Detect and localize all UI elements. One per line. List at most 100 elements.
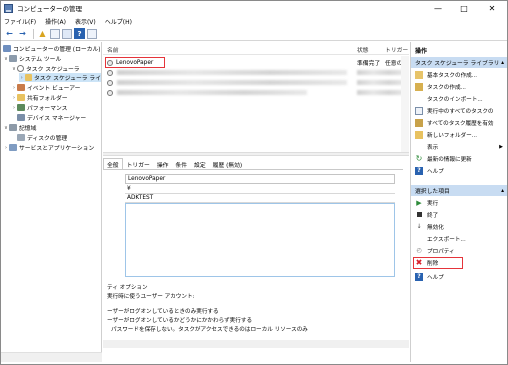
column-status-header[interactable]: 状態 <box>357 45 369 54</box>
expand-chevron-icon[interactable]: › <box>19 75 25 81</box>
folder-icon <box>24 74 32 81</box>
action-show-running-tasks[interactable]: 実行中のすべてのタスクの <box>411 105 507 116</box>
action-import-task[interactable]: タスクのインポート... <box>411 93 507 104</box>
blurred-text <box>117 80 347 85</box>
run-option-whether-logged-on[interactable]: ーザーがログオンしているかどうかにかかわらず実行する <box>107 316 252 324</box>
action-label: 基本タスクの作成... <box>427 72 478 79</box>
action-run[interactable]: ▶ 実行 <box>411 197 507 208</box>
tree-item-storage[interactable]: ∨ 記憶域 <box>3 123 36 132</box>
blurred-text <box>117 90 307 95</box>
task-icon <box>107 89 113 96</box>
run-as-account-label: 実行時に使うユーザー アカウント: <box>107 294 195 300</box>
action-refresh[interactable]: ↻ 最新の情報に更新 <box>411 153 507 164</box>
actions-section-library[interactable]: タスク スケジューラ ライブラリ ▴ <box>411 57 507 68</box>
menu-help[interactable]: ヘルプ(H) <box>105 17 132 26</box>
blurred-text <box>357 80 405 85</box>
action-create-basic-task[interactable]: 基本タスクの作成... <box>411 69 507 80</box>
task-trigger: 任意の <box>385 61 403 67</box>
computer-icon <box>3 45 11 52</box>
action-enable-history[interactable]: すべてのタスク履歴を有効 <box>411 117 507 128</box>
section-title: 選択した項目 <box>415 189 450 195</box>
wizard-icon <box>415 70 423 79</box>
action-label: 表示 <box>427 144 439 151</box>
app-window: コンピューターの管理 — □ ✕ ファイル(F) 操作(A) 表示(V) ヘルプ… <box>0 0 508 365</box>
tree-item-label: 共有フォルダー <box>27 96 68 102</box>
task-name-field[interactable]: LenovoPaper <box>125 174 395 184</box>
column-name-header[interactable]: 名前 <box>107 45 119 54</box>
tree-item-services[interactable]: › サービスとアプリケーション <box>3 143 94 152</box>
do-not-store-password-option[interactable]: パスワードを保存しない。タスクがアクセスできるのはローカル リソースのみ <box>111 325 308 333</box>
action-export[interactable]: エクスポート... <box>411 233 507 244</box>
services-icon <box>9 144 17 151</box>
column-trigger-header[interactable]: トリガー <box>385 45 408 54</box>
action-view[interactable]: 表示 ▶ <box>411 141 507 152</box>
up-folder-icon[interactable]: ▲ <box>37 28 48 39</box>
security-options-label: ティ オプション <box>107 285 148 291</box>
maximize-button[interactable]: □ <box>451 1 477 15</box>
tab-general[interactable]: 全般 <box>103 158 123 169</box>
tab-triggers[interactable]: トリガー <box>124 159 153 169</box>
show-action-pane-icon[interactable] <box>87 28 97 39</box>
section-title: タスク スケジューラ ライブラリ <box>415 61 500 67</box>
back-arrow-icon[interactable]: ← <box>4 28 15 39</box>
action-disable[interactable]: ↓ 無効化 <box>411 221 507 232</box>
action-label: 新しいフォルダー... <box>427 132 478 139</box>
pane-splitter[interactable] <box>103 152 409 156</box>
action-properties[interactable]: ◴ プロパティ <box>411 245 507 256</box>
refresh-icon: ↻ <box>415 154 423 163</box>
tree-item-task-scheduler[interactable]: ∨ タスク スケジューラ <box>11 64 80 73</box>
action-end[interactable]: 終了 <box>411 209 507 220</box>
help-icon[interactable]: ? <box>74 28 85 39</box>
blurred-text <box>357 70 405 75</box>
tab-history[interactable]: 履歴 (無効) <box>210 159 246 169</box>
blank-icon <box>415 235 423 243</box>
properties-clock-icon: ◴ <box>416 247 422 254</box>
tree-item-disk-management[interactable]: ディスクの管理 <box>17 133 67 142</box>
blurred-text <box>117 70 347 75</box>
tree-item-device-manager[interactable]: デバイス マネージャー <box>17 113 86 122</box>
task-icon <box>107 69 113 76</box>
tree-item-task-library[interactable]: › タスク スケジューラ ライ <box>19 73 101 82</box>
forward-arrow-icon[interactable]: → <box>17 28 28 39</box>
action-help-library[interactable]: ? ヘルプ <box>411 165 507 176</box>
action-help-selected[interactable]: ? ヘルプ <box>411 271 507 282</box>
menu-file[interactable]: ファイル(F) <box>4 17 36 26</box>
task-description-box[interactable] <box>125 203 395 277</box>
minimize-button[interactable]: — <box>425 1 451 15</box>
tree-item-shared-folders[interactable]: › 共有フォルダー <box>11 93 68 102</box>
help-icon: ? <box>415 272 423 281</box>
tree-horizontal-scrollbar[interactable] <box>1 352 102 362</box>
tab-conditions[interactable]: 条件 <box>172 159 190 169</box>
tree-item-label: 記憶域 <box>19 126 37 132</box>
run-option-logged-on-only[interactable]: ーザーがログオンしているときのみ実行する <box>107 307 219 315</box>
new-task-icon <box>415 82 423 91</box>
action-new-folder[interactable]: 新しいフォルダー... <box>411 129 507 140</box>
tab-actions[interactable]: 操作 <box>154 159 172 169</box>
collapse-caret-icon[interactable]: ▴ <box>501 60 504 66</box>
details-horizontal-scrollbar[interactable] <box>103 340 409 348</box>
tree-item-root[interactable]: コンピューターの管理 (ローカル) <box>3 44 101 53</box>
close-button[interactable]: ✕ <box>478 1 506 15</box>
tree-item-label: コンピューターの管理 (ローカル) <box>13 47 101 53</box>
title-bar: コンピューターの管理 — □ ✕ <box>1 1 507 15</box>
properties-icon[interactable] <box>62 28 72 39</box>
actions-section-selected[interactable]: 選択した項目 ▴ <box>411 185 507 196</box>
tree-item-performance[interactable]: › パフォーマンス <box>11 103 67 112</box>
task-row-blurred[interactable] <box>103 68 409 77</box>
tree-item-system-tools[interactable]: ∨ システム ツール <box>3 54 61 63</box>
action-label: 無効化 <box>427 224 444 231</box>
tree-item-label: ディスクの管理 <box>27 136 68 142</box>
task-row-blurred[interactable] <box>103 88 409 97</box>
action-create-task[interactable]: タスクの作成... <box>411 81 507 92</box>
task-row-blurred[interactable] <box>103 78 409 87</box>
collapse-caret-icon[interactable]: ▴ <box>501 188 504 194</box>
tree-item-event-viewer[interactable]: › イベント ビューアー <box>11 83 80 92</box>
tab-settings[interactable]: 設定 <box>191 159 209 169</box>
action-label: ヘルプ <box>427 274 444 281</box>
list-vertical-scrollbar[interactable] <box>401 56 409 152</box>
menu-view[interactable]: 表示(V) <box>75 17 96 26</box>
show-hide-tree-icon[interactable] <box>50 28 60 39</box>
help-icon: ? <box>415 166 423 175</box>
disk-icon <box>17 134 25 141</box>
menu-action[interactable]: 操作(A) <box>45 17 66 26</box>
